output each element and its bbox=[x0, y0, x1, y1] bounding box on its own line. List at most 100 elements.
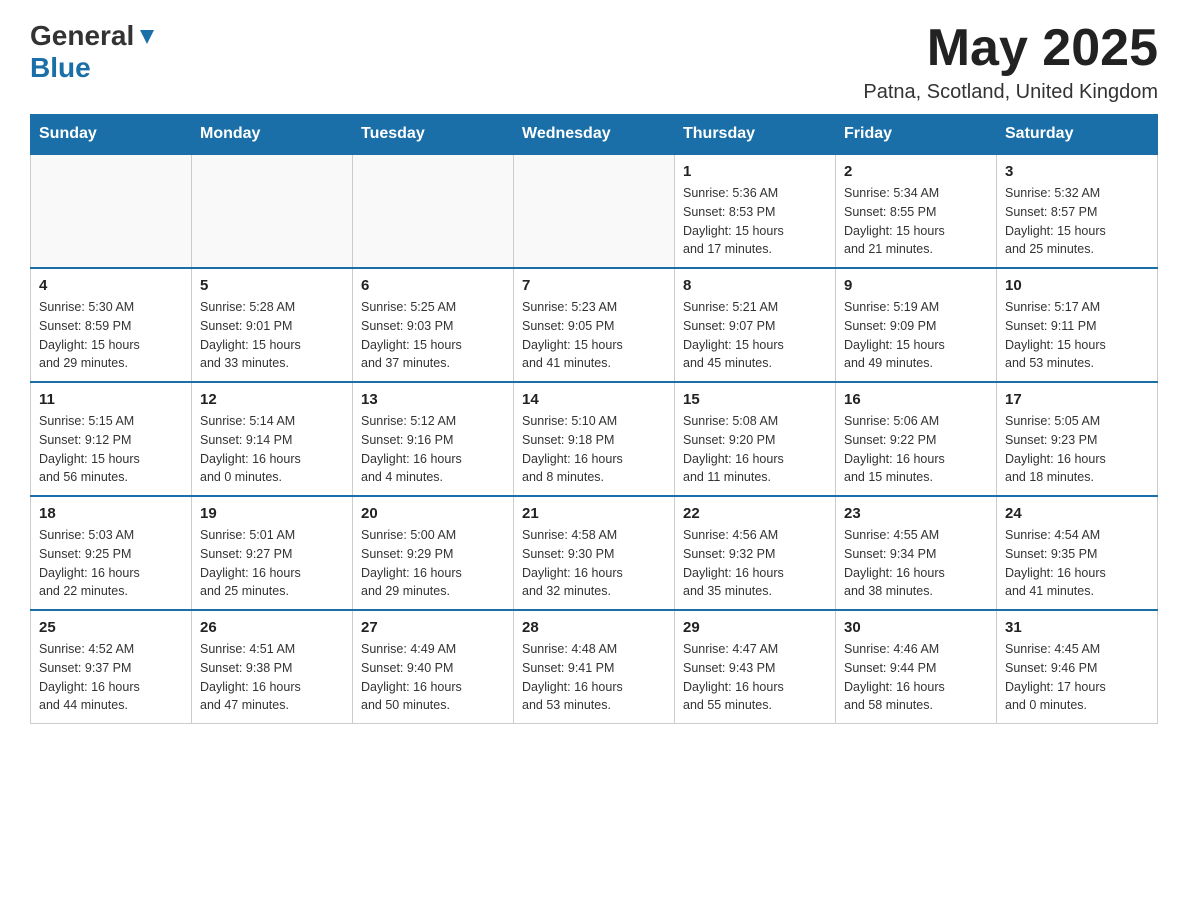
day-info: Sunrise: 4:47 AMSunset: 9:43 PMDaylight:… bbox=[683, 640, 827, 715]
logo-blue-text: Blue bbox=[30, 52, 91, 83]
day-number: 14 bbox=[522, 391, 666, 408]
day-info: Sunrise: 5:36 AMSunset: 8:53 PMDaylight:… bbox=[683, 184, 827, 259]
calendar-cell: 9 Sunrise: 5:19 AMSunset: 9:09 PMDaylight… bbox=[836, 268, 997, 382]
location: Patna, Scotland, United Kingdom bbox=[863, 81, 1158, 104]
day-number: 6 bbox=[361, 277, 505, 294]
day-info: Sunrise: 4:46 AMSunset: 9:44 PMDaylight:… bbox=[844, 640, 988, 715]
day-number: 17 bbox=[1005, 391, 1149, 408]
day-info: Sunrise: 5:12 AMSunset: 9:16 PMDaylight:… bbox=[361, 412, 505, 487]
day-number: 25 bbox=[39, 619, 183, 636]
day-number: 24 bbox=[1005, 505, 1149, 522]
weekday-header-tuesday: Tuesday bbox=[353, 115, 514, 155]
day-info: Sunrise: 4:45 AMSunset: 9:46 PMDaylight:… bbox=[1005, 640, 1149, 715]
day-number: 26 bbox=[200, 619, 344, 636]
day-number: 16 bbox=[844, 391, 988, 408]
day-number: 27 bbox=[361, 619, 505, 636]
calendar-cell: 25Sunrise: 4:52 AMSunset: 9:37 PMDayligh… bbox=[31, 610, 192, 724]
calendar-week-2: 4 Sunrise: 5:30 AMSunset: 8:59 PMDaylight… bbox=[31, 268, 1158, 382]
day-info: Sunrise: 4:54 AMSunset: 9:35 PMDaylight:… bbox=[1005, 526, 1149, 601]
day-number: 15 bbox=[683, 391, 827, 408]
day-info: Sunrise: 4:51 AMSunset: 9:38 PMDaylight:… bbox=[200, 640, 344, 715]
calendar-cell bbox=[514, 154, 675, 268]
calendar-table: SundayMondayTuesdayWednesdayThursdayFrid… bbox=[30, 114, 1158, 724]
day-info: Sunrise: 4:58 AMSunset: 9:30 PMDaylight:… bbox=[522, 526, 666, 601]
calendar-header-row: SundayMondayTuesdayWednesdayThursdayFrid… bbox=[31, 115, 1158, 155]
day-info: Sunrise: 5:17 AMSunset: 9:11 PMDaylight:… bbox=[1005, 298, 1149, 373]
day-number: 9 bbox=[844, 277, 988, 294]
calendar-cell: 30Sunrise: 4:46 AMSunset: 9:44 PMDayligh… bbox=[836, 610, 997, 724]
day-info: Sunrise: 5:14 AMSunset: 9:14 PMDaylight:… bbox=[200, 412, 344, 487]
day-number: 23 bbox=[844, 505, 988, 522]
calendar-cell: 6 Sunrise: 5:25 AMSunset: 9:03 PMDaylight… bbox=[353, 268, 514, 382]
day-info: Sunrise: 5:30 AMSunset: 8:59 PMDaylight:… bbox=[39, 298, 183, 373]
day-info: Sunrise: 4:55 AMSunset: 9:34 PMDaylight:… bbox=[844, 526, 988, 601]
day-info: Sunrise: 4:56 AMSunset: 9:32 PMDaylight:… bbox=[683, 526, 827, 601]
day-number: 3 bbox=[1005, 163, 1149, 180]
day-info: Sunrise: 5:00 AMSunset: 9:29 PMDaylight:… bbox=[361, 526, 505, 601]
calendar-cell: 7Sunrise: 5:23 AMSunset: 9:05 PMDaylight… bbox=[514, 268, 675, 382]
day-info: Sunrise: 5:05 AMSunset: 9:23 PMDaylight:… bbox=[1005, 412, 1149, 487]
weekday-header-saturday: Saturday bbox=[997, 115, 1158, 155]
page-header: General Blue May 2025 Patna, Scotland, U… bbox=[30, 20, 1158, 104]
calendar-cell: 21Sunrise: 4:58 AMSunset: 9:30 PMDayligh… bbox=[514, 496, 675, 610]
calendar-cell: 24 Sunrise: 4:54 AMSunset: 9:35 PMDayligh… bbox=[997, 496, 1158, 610]
day-number: 22 bbox=[683, 505, 827, 522]
day-info: Sunrise: 5:08 AMSunset: 9:20 PMDaylight:… bbox=[683, 412, 827, 487]
day-number: 10 bbox=[1005, 277, 1149, 294]
day-number: 19 bbox=[200, 505, 344, 522]
calendar-cell: 20 Sunrise: 5:00 AMSunset: 9:29 PMDayligh… bbox=[353, 496, 514, 610]
day-number: 4 bbox=[39, 277, 183, 294]
calendar-cell: 23 Sunrise: 4:55 AMSunset: 9:34 PMDayligh… bbox=[836, 496, 997, 610]
calendar-cell: 17 Sunrise: 5:05 AMSunset: 9:23 PMDayligh… bbox=[997, 382, 1158, 496]
day-info: Sunrise: 5:15 AMSunset: 9:12 PMDaylight:… bbox=[39, 412, 183, 487]
calendar-week-4: 18Sunrise: 5:03 AMSunset: 9:25 PMDayligh… bbox=[31, 496, 1158, 610]
calendar-week-5: 25Sunrise: 4:52 AMSunset: 9:37 PMDayligh… bbox=[31, 610, 1158, 724]
day-number: 20 bbox=[361, 505, 505, 522]
day-info: Sunrise: 5:32 AMSunset: 8:57 PMDaylight:… bbox=[1005, 184, 1149, 259]
calendar-cell: 1 Sunrise: 5:36 AMSunset: 8:53 PMDaylight… bbox=[675, 154, 836, 268]
calendar-cell: 26 Sunrise: 4:51 AMSunset: 9:38 PMDayligh… bbox=[192, 610, 353, 724]
title-block: May 2025 Patna, Scotland, United Kingdom bbox=[863, 20, 1158, 104]
calendar-cell: 29Sunrise: 4:47 AMSunset: 9:43 PMDayligh… bbox=[675, 610, 836, 724]
calendar-cell bbox=[31, 154, 192, 268]
calendar-week-3: 11 Sunrise: 5:15 AMSunset: 9:12 PMDayligh… bbox=[31, 382, 1158, 496]
calendar-cell: 12 Sunrise: 5:14 AMSunset: 9:14 PMDayligh… bbox=[192, 382, 353, 496]
calendar-cell: 14 Sunrise: 5:10 AMSunset: 9:18 PMDayligh… bbox=[514, 382, 675, 496]
calendar-cell: 16 Sunrise: 5:06 AMSunset: 9:22 PMDayligh… bbox=[836, 382, 997, 496]
calendar-cell: 28Sunrise: 4:48 AMSunset: 9:41 PMDayligh… bbox=[514, 610, 675, 724]
calendar-cell: 3 Sunrise: 5:32 AMSunset: 8:57 PMDaylight… bbox=[997, 154, 1158, 268]
calendar-cell: 5Sunrise: 5:28 AMSunset: 9:01 PMDaylight… bbox=[192, 268, 353, 382]
day-number: 7 bbox=[522, 277, 666, 294]
day-number: 28 bbox=[522, 619, 666, 636]
calendar-cell bbox=[192, 154, 353, 268]
day-info: Sunrise: 5:19 AMSunset: 9:09 PMDaylight:… bbox=[844, 298, 988, 373]
logo-general-text: General bbox=[30, 20, 134, 52]
calendar-cell: 18Sunrise: 5:03 AMSunset: 9:25 PMDayligh… bbox=[31, 496, 192, 610]
day-info: Sunrise: 5:06 AMSunset: 9:22 PMDaylight:… bbox=[844, 412, 988, 487]
day-number: 2 bbox=[844, 163, 988, 180]
day-number: 11 bbox=[39, 391, 183, 408]
calendar-cell: 4 Sunrise: 5:30 AMSunset: 8:59 PMDaylight… bbox=[31, 268, 192, 382]
calendar-cell: 13 Sunrise: 5:12 AMSunset: 9:16 PMDayligh… bbox=[353, 382, 514, 496]
day-info: Sunrise: 5:25 AMSunset: 9:03 PMDaylight:… bbox=[361, 298, 505, 373]
day-info: Sunrise: 5:10 AMSunset: 9:18 PMDaylight:… bbox=[522, 412, 666, 487]
calendar-cell: 31 Sunrise: 4:45 AMSunset: 9:46 PMDayligh… bbox=[997, 610, 1158, 724]
day-info: Sunrise: 5:01 AMSunset: 9:27 PMDaylight:… bbox=[200, 526, 344, 601]
day-number: 13 bbox=[361, 391, 505, 408]
day-number: 31 bbox=[1005, 619, 1149, 636]
calendar-cell bbox=[353, 154, 514, 268]
calendar-cell: 15 Sunrise: 5:08 AMSunset: 9:20 PMDayligh… bbox=[675, 382, 836, 496]
day-number: 8 bbox=[683, 277, 827, 294]
day-info: Sunrise: 5:21 AMSunset: 9:07 PMDaylight:… bbox=[683, 298, 827, 373]
calendar-cell: 2Sunrise: 5:34 AMSunset: 8:55 PMDaylight… bbox=[836, 154, 997, 268]
calendar-cell: 27Sunrise: 4:49 AMSunset: 9:40 PMDayligh… bbox=[353, 610, 514, 724]
day-info: Sunrise: 5:28 AMSunset: 9:01 PMDaylight:… bbox=[200, 298, 344, 373]
day-number: 1 bbox=[683, 163, 827, 180]
calendar-cell: 22 Sunrise: 4:56 AMSunset: 9:32 PMDayligh… bbox=[675, 496, 836, 610]
day-number: 18 bbox=[39, 505, 183, 522]
weekday-header-wednesday: Wednesday bbox=[514, 115, 675, 155]
day-number: 12 bbox=[200, 391, 344, 408]
calendar-cell: 10 Sunrise: 5:17 AMSunset: 9:11 PMDayligh… bbox=[997, 268, 1158, 382]
calendar-week-1: 1 Sunrise: 5:36 AMSunset: 8:53 PMDaylight… bbox=[31, 154, 1158, 268]
weekday-header-monday: Monday bbox=[192, 115, 353, 155]
